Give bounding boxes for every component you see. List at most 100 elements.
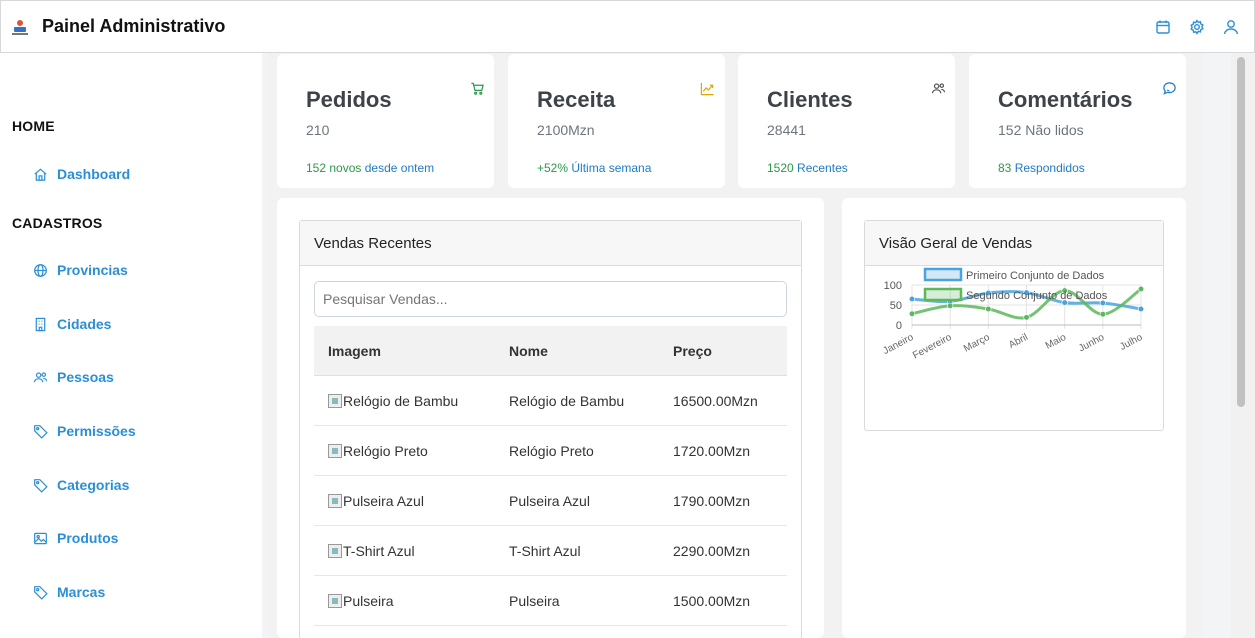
user-icon[interactable] bbox=[1222, 18, 1240, 36]
app-logo-icon bbox=[12, 20, 28, 35]
sidebar-item-dashboard[interactable]: Dashboard bbox=[33, 163, 130, 185]
stat-footnote: 152 novos desde ontem bbox=[306, 161, 435, 175]
sidebar-item-label: Categorias bbox=[57, 477, 130, 493]
stat-footnote: 1520 Recentes bbox=[767, 161, 848, 175]
stat-title: Comentários bbox=[998, 87, 1133, 112]
search-sales-input[interactable] bbox=[314, 281, 787, 317]
sales-line-chart: 100 50 0JaneiroFevereiro Março Abril Maio Junh… bbox=[881, 267, 1145, 362]
stat-card-receita: Receita 2100Mzn +52% Última semana bbox=[508, 54, 725, 188]
sidebar-item-produtos[interactable]: Produtos bbox=[33, 527, 118, 549]
sidebar-item-label: Produtos bbox=[57, 530, 119, 546]
legend-label: Segundo Conjunto de Dados bbox=[966, 290, 1108, 302]
building-icon bbox=[35, 317, 46, 331]
scrollbar-thumb[interactable] bbox=[1237, 57, 1245, 407]
sidebar-item-label: Provincias bbox=[57, 262, 128, 278]
stat-footnote: +52% Última semana bbox=[537, 161, 652, 175]
column-header-name: Nome bbox=[509, 343, 548, 359]
tag-icon bbox=[34, 585, 48, 600]
sidebar-item-label: Pessoas bbox=[57, 369, 114, 385]
chat-icon bbox=[1163, 82, 1176, 95]
data-point bbox=[908, 295, 916, 303]
sidebar-item-cidades[interactable]: Cidades bbox=[33, 313, 111, 335]
top-bar: Painel Administrativo bbox=[0, 0, 1255, 53]
sales-title: Vendas Recentes bbox=[300, 221, 801, 266]
product-name: Relógio de Bambu bbox=[509, 393, 625, 409]
product-price: 2290.00Mzn bbox=[673, 543, 751, 559]
stat-card-clientes: Clientes 28441 1520 Recentes bbox=[738, 54, 955, 188]
table-row[interactable]: Pulseira Pulseira 1500.00Mzn bbox=[314, 576, 787, 626]
sidebar-item-pessoas[interactable]: Pessoas bbox=[33, 366, 114, 388]
cart-icon bbox=[471, 82, 484, 95]
product-price: 1790.00Mzn bbox=[673, 493, 751, 509]
sidebar-item-label: Cidades bbox=[57, 316, 112, 332]
table-row[interactable]: Relógio de Bambu Relógio de Bambu 16500.… bbox=[314, 376, 787, 426]
y-tick-label: 0 bbox=[896, 320, 902, 332]
people-icon bbox=[33, 371, 48, 382]
globe-icon bbox=[34, 263, 47, 277]
stat-value: 2100Mzn bbox=[537, 122, 595, 138]
table-row[interactable]: Pulseira Azul Pulseira Azul 1790.00Mzn bbox=[314, 476, 787, 526]
x-tick-label: Fevereiro bbox=[911, 332, 954, 362]
sidebar-item-provincias[interactable]: Provincias bbox=[33, 259, 128, 281]
product-image: Relógio de Bambu bbox=[328, 393, 458, 409]
stat-value: 28441 bbox=[767, 122, 806, 138]
data-point bbox=[908, 310, 916, 317]
product-price: 1720.00Mzn bbox=[673, 443, 751, 459]
product-image: Pulseira bbox=[328, 593, 394, 609]
x-tick-label: Maio bbox=[1044, 332, 1069, 352]
sidebar: HOME Dashboard CADASTROS Provincias Cida… bbox=[0, 53, 262, 638]
section-title-home: HOME bbox=[12, 118, 55, 134]
tag-icon bbox=[34, 424, 48, 439]
image-icon bbox=[34, 532, 47, 544]
stat-value: 210 bbox=[306, 122, 330, 138]
y-tick-label: 100 bbox=[884, 280, 902, 292]
data-point bbox=[947, 302, 954, 309]
gear-icon[interactable] bbox=[1188, 18, 1206, 36]
stat-footnote: 83 Respondidos bbox=[998, 161, 1085, 175]
table-row[interactable]: T-Shirt Azul T-Shirt Azul 2290.00Mzn bbox=[314, 526, 787, 576]
stat-title: Clientes bbox=[767, 87, 853, 112]
sidebar-item-label: Dashboard bbox=[57, 166, 131, 182]
product-name: Pulseira Azul bbox=[509, 493, 590, 509]
tag-icon bbox=[34, 478, 48, 493]
stat-card-pedidos: Pedidos 210 152 novos desde ontem bbox=[277, 54, 494, 188]
data-point bbox=[1137, 285, 1145, 293]
stat-value: 152 Não lidos bbox=[998, 122, 1084, 138]
data-point bbox=[1099, 311, 1106, 318]
overview-title: Visão Geral de Vendas bbox=[865, 221, 1163, 266]
column-header-price: Preço bbox=[673, 343, 712, 359]
x-tick-label: Junho bbox=[1077, 332, 1107, 355]
sidebar-item-marcas[interactable]: Marcas bbox=[33, 581, 105, 603]
product-price: 1500.00Mzn bbox=[673, 593, 751, 609]
x-tick-label: Abril bbox=[1007, 332, 1030, 351]
product-name: Relógio Preto bbox=[509, 443, 594, 459]
overview-panel: Visão Geral de Vendas 100 50 0 Janeiro Fever… bbox=[842, 198, 1186, 638]
product-price: 16500.00Mzn bbox=[673, 393, 758, 409]
column-header-image: Imagem bbox=[328, 343, 381, 359]
sales-box: Vendas Recentes Imagem Nome Preço Relógi… bbox=[299, 220, 802, 638]
legend-swatch bbox=[923, 287, 963, 302]
legend-label: Primeiro Conjunto de Dados bbox=[966, 270, 1105, 282]
data-point bbox=[1137, 305, 1145, 313]
table-header: Imagem Nome Preço bbox=[314, 326, 787, 376]
home-icon bbox=[34, 168, 47, 181]
x-tick-label: Março bbox=[962, 332, 992, 355]
sidebar-item-label: Marcas bbox=[57, 584, 106, 600]
sidebar-item-permissoes[interactable]: Permissões bbox=[33, 420, 136, 442]
overview-box: Visão Geral de Vendas 100 50 0 Janeiro Fever… bbox=[864, 220, 1164, 431]
app-title: Painel Administrativo bbox=[42, 16, 226, 36]
people-icon bbox=[931, 83, 946, 94]
x-tick-label: Janeiro bbox=[881, 332, 916, 357]
trending-up-icon bbox=[700, 82, 714, 96]
page-scrollbar[interactable] bbox=[1231, 53, 1255, 638]
sidebar-item-categorias[interactable]: Categorias bbox=[33, 474, 129, 496]
table-row[interactable]: Relógio Preto Relógio Preto 1720.00Mzn bbox=[314, 426, 787, 476]
y-tick-label: 50 bbox=[890, 300, 902, 312]
product-name: Pulseira bbox=[509, 593, 560, 609]
section-title-cadastros: CADASTROS bbox=[12, 215, 103, 231]
product-image: Pulseira Azul bbox=[328, 493, 424, 509]
calendar-icon[interactable] bbox=[1154, 18, 1172, 36]
stat-title: Pedidos bbox=[306, 87, 392, 112]
product-name: T-Shirt Azul bbox=[509, 543, 581, 559]
stat-card-comentarios: Comentários 152 Não lidos 83 Respondidos bbox=[969, 54, 1186, 188]
